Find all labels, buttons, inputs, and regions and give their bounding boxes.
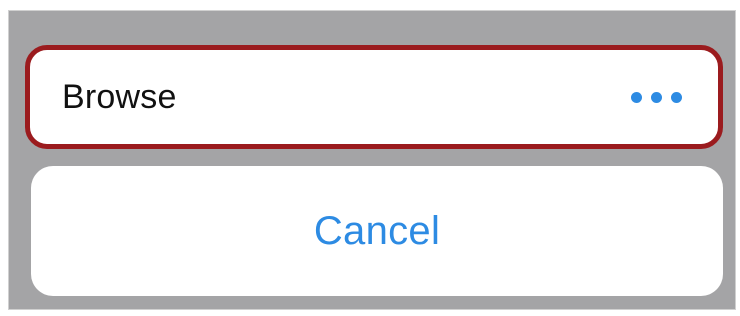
cancel-label: Cancel bbox=[313, 208, 441, 253]
cancel-button[interactable]: Cancel bbox=[31, 166, 723, 296]
browse-option[interactable]: Browse bbox=[25, 45, 723, 149]
action-sheet: Browse Cancel bbox=[8, 10, 736, 310]
more-dot bbox=[671, 91, 682, 103]
browse-label: Browse bbox=[62, 77, 177, 116]
more-dot bbox=[651, 91, 662, 103]
more-horizontal-icon[interactable] bbox=[631, 91, 682, 103]
more-dot bbox=[631, 91, 642, 103]
screenshot-frame: Browse Cancel bbox=[0, 0, 740, 316]
